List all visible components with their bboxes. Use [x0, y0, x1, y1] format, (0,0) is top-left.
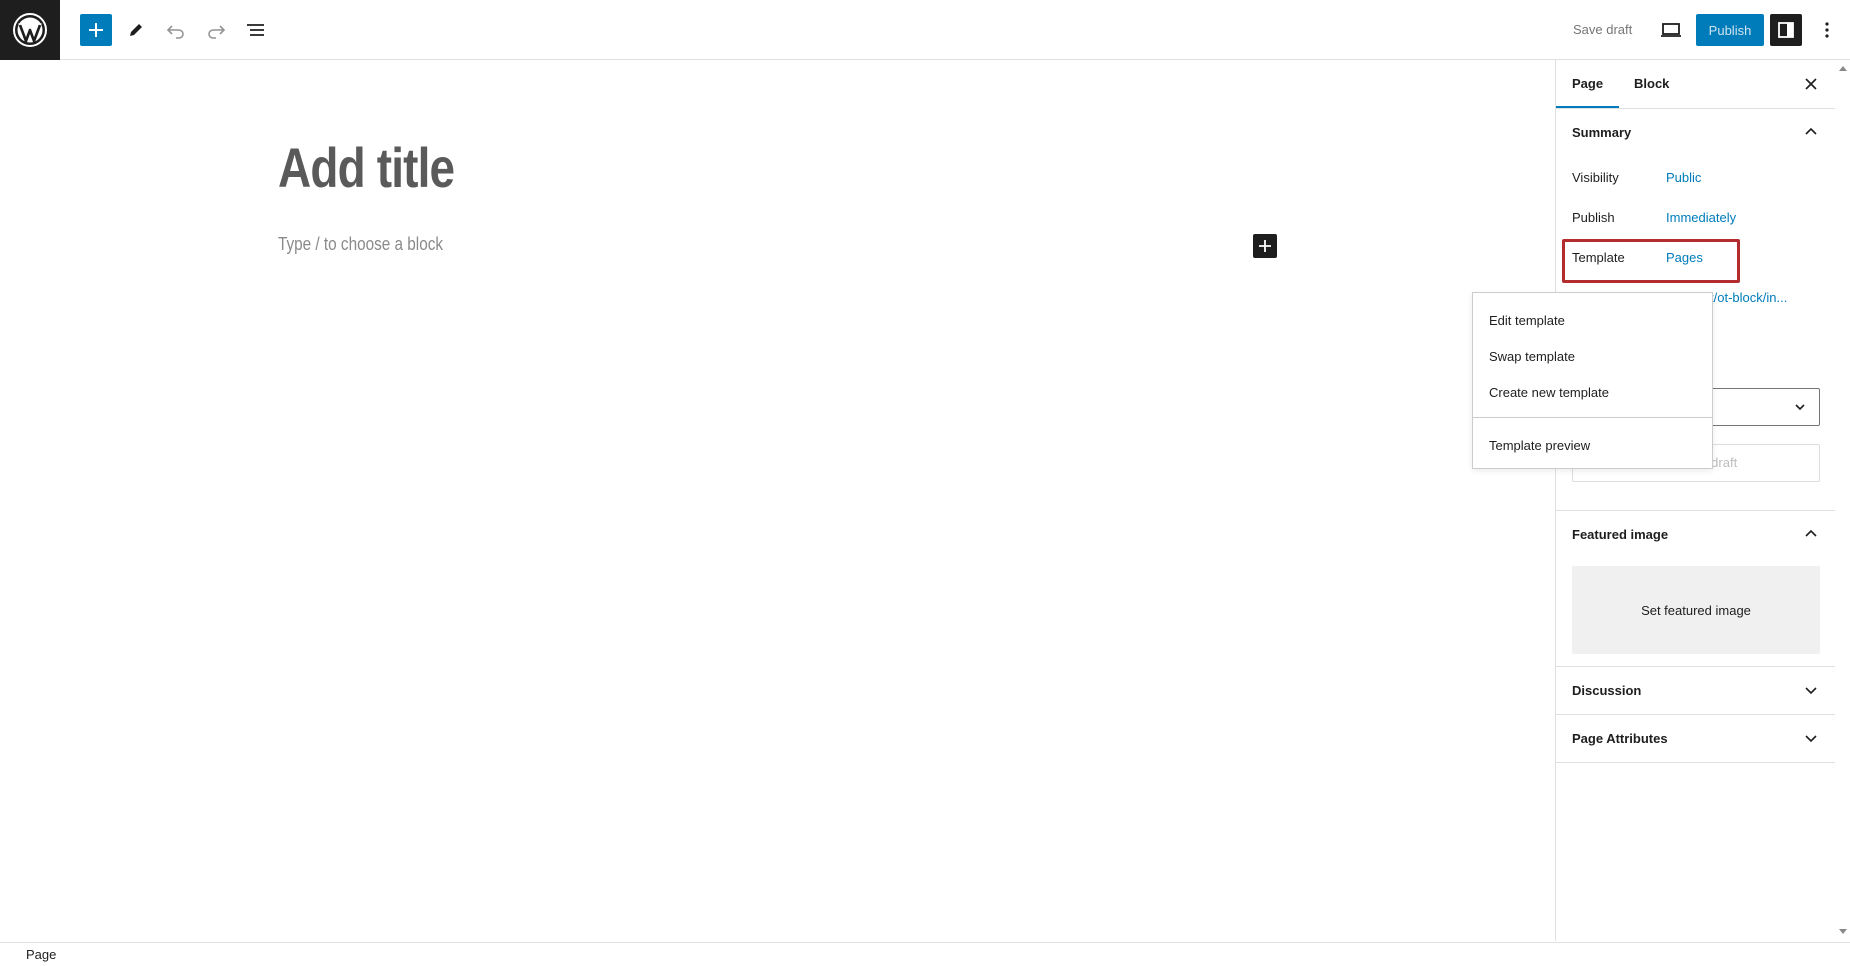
- tools-button[interactable]: [120, 14, 152, 46]
- discussion-panel: Discussion: [1556, 667, 1835, 715]
- block-inserter-button[interactable]: [80, 14, 112, 46]
- redo-button[interactable]: [200, 14, 232, 46]
- permalink-link[interactable]: t/ot-block/in...: [1710, 290, 1787, 305]
- settings-sidebar: Page Block Summary Visibility Public Pub…: [1555, 60, 1835, 941]
- preview-button[interactable]: [1655, 14, 1687, 46]
- swap-template-menu-item[interactable]: Swap template: [1489, 349, 1575, 364]
- add-block-button[interactable]: [1253, 234, 1277, 258]
- breadcrumb[interactable]: Page: [26, 947, 56, 962]
- publish-date-toggle[interactable]: Immediately: [1666, 210, 1736, 225]
- page-attributes-panel-toggle[interactable]: Page Attributes: [1556, 715, 1835, 762]
- summary-panel-toggle[interactable]: Summary: [1556, 109, 1835, 156]
- publish-label: Publish: [1572, 210, 1615, 225]
- visibility-label: Visibility: [1572, 170, 1619, 185]
- undo-button[interactable]: [160, 14, 192, 46]
- template-dropdown-menu: Edit template Swap template Create new t…: [1472, 292, 1713, 469]
- chevron-down-icon: [1805, 687, 1817, 695]
- editor-canvas: Add title Type / to choose a block: [0, 60, 1555, 941]
- scroll-down-arrow-icon[interactable]: [1838, 928, 1848, 936]
- settings-toggle-button[interactable]: [1770, 14, 1802, 46]
- summary-heading: Summary: [1572, 125, 1632, 140]
- featured-image-body: Set featured image: [1556, 558, 1835, 666]
- options-menu-button[interactable]: [1811, 14, 1843, 46]
- editor-footer: Page: [0, 942, 1850, 966]
- desktop-preview-icon: [1661, 23, 1681, 37]
- tab-page[interactable]: Page: [1556, 60, 1620, 108]
- discussion-panel-toggle[interactable]: Discussion: [1556, 667, 1835, 714]
- post-title-input[interactable]: Add title: [278, 135, 455, 200]
- publish-button[interactable]: Publish: [1696, 14, 1764, 46]
- pencil-icon: [130, 24, 142, 36]
- tab-block[interactable]: Block: [1618, 60, 1685, 108]
- undo-icon: [166, 25, 184, 39]
- sidebar-tabs: Page Block: [1556, 60, 1835, 109]
- set-featured-image-button[interactable]: Set featured image: [1572, 566, 1820, 654]
- list-view-icon: [247, 24, 264, 36]
- template-row-highlight: [1562, 239, 1740, 283]
- create-new-template-menu-item[interactable]: Create new template: [1489, 385, 1609, 400]
- plus-icon: [89, 23, 103, 37]
- visibility-toggle[interactable]: Public: [1666, 170, 1701, 185]
- more-vertical-icon: [1825, 22, 1829, 38]
- template-preview-menu-item[interactable]: Template preview: [1489, 438, 1590, 453]
- menu-divider: [1473, 417, 1712, 418]
- default-block-appender[interactable]: Type / to choose a block: [278, 234, 443, 255]
- chevron-up-icon: [1805, 529, 1817, 537]
- scrollbar[interactable]: [1835, 60, 1850, 941]
- redo-icon: [208, 25, 226, 39]
- chevron-down-icon: [1805, 735, 1817, 743]
- featured-image-panel-toggle[interactable]: Featured image: [1556, 511, 1835, 558]
- edit-template-menu-item[interactable]: Edit template: [1489, 313, 1565, 328]
- plus-icon: [1259, 240, 1271, 252]
- chevron-up-icon: [1805, 127, 1817, 135]
- page-attributes-heading: Page Attributes: [1572, 731, 1668, 746]
- save-draft-button[interactable]: Save draft: [1565, 14, 1640, 46]
- chevron-down-icon: [1795, 404, 1805, 411]
- close-icon: [1805, 78, 1817, 90]
- list-view-button[interactable]: [240, 14, 272, 46]
- scroll-up-arrow-icon[interactable]: [1838, 64, 1848, 72]
- featured-image-panel: Featured image Set featured image: [1556, 511, 1835, 667]
- discussion-heading: Discussion: [1572, 683, 1642, 698]
- close-sidebar-button[interactable]: [1799, 72, 1823, 96]
- editor-header: Save draft Publish: [0, 0, 1850, 60]
- wordpress-logo-icon[interactable]: [0, 0, 60, 60]
- featured-image-heading: Featured image: [1572, 527, 1669, 542]
- page-attributes-panel: Page Attributes: [1556, 715, 1835, 763]
- sidebar-icon: [1778, 22, 1794, 38]
